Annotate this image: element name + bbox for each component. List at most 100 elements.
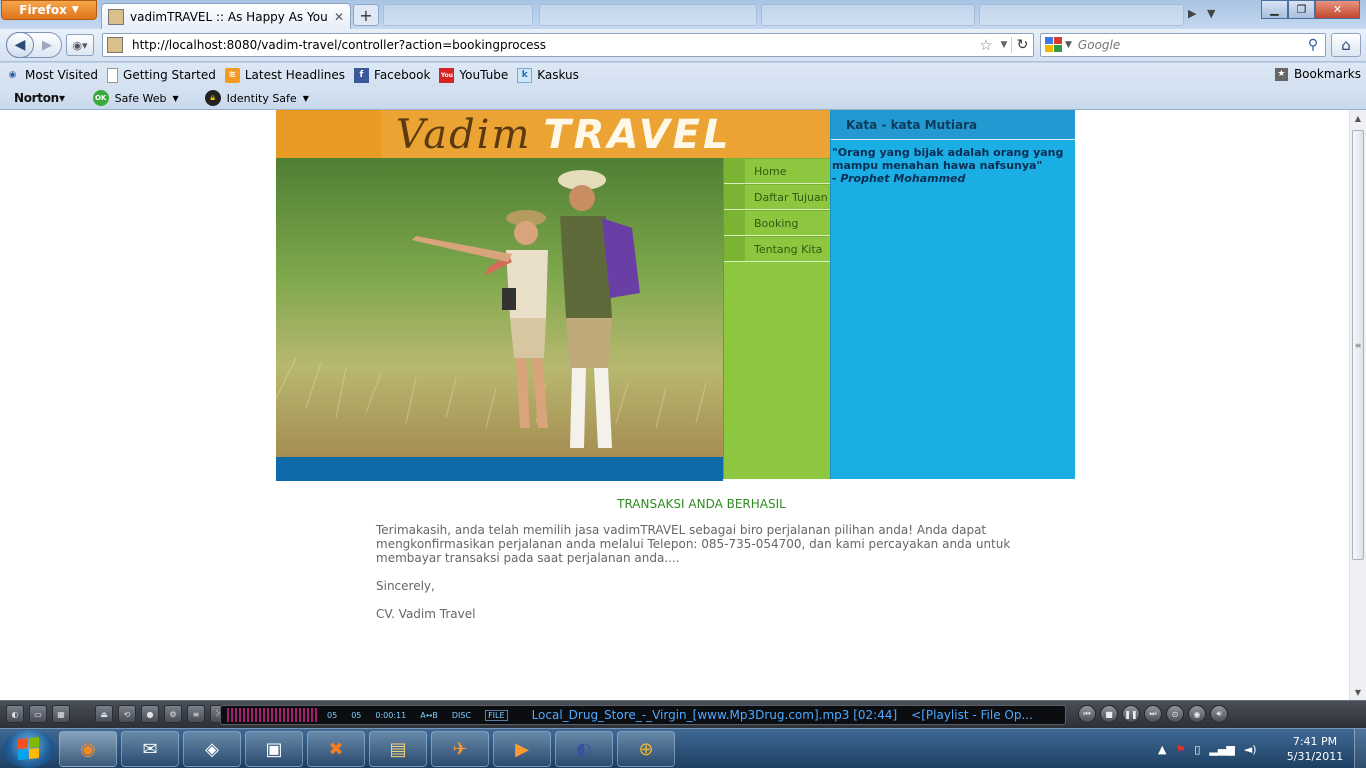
bookmarks-menu[interactable]: ★ Bookmarks xyxy=(1274,67,1361,81)
kaskus-icon: k xyxy=(517,67,533,83)
restore-icon[interactable]: ❐ xyxy=(1288,0,1315,19)
vertical-scrollbar[interactable]: ▲ ≡ ▼ xyxy=(1349,110,1366,700)
bookmark-most-visited[interactable]: ◉ Most Visited xyxy=(5,68,98,83)
home-icon[interactable]: ⌂ xyxy=(1331,33,1361,57)
record-icon[interactable]: ● xyxy=(141,705,159,723)
taskbar-media-player[interactable]: ▶ xyxy=(493,731,551,767)
repeat-icon[interactable]: ⟲ xyxy=(118,705,136,723)
background-tab[interactable] xyxy=(979,4,1184,26)
taskbar-thunderbird[interactable]: ✉ xyxy=(121,731,179,767)
background-tab[interactable] xyxy=(383,4,533,26)
url-bar[interactable]: http://localhost:8080/vadim-travel/contr… xyxy=(102,33,1034,57)
bookmark-latest-headlines[interactable]: ≋ Latest Headlines xyxy=(224,67,346,83)
search-icon[interactable]: ⚲ xyxy=(1301,37,1325,53)
taskbar-explorer[interactable]: ▤ xyxy=(369,731,427,767)
player-logo-icon[interactable]: ◐ xyxy=(6,705,24,723)
disc-label[interactable]: DISC xyxy=(452,711,471,720)
scroll-up-icon[interactable]: ▲ xyxy=(1350,110,1366,126)
taskbar-virtualbox[interactable]: ◈ xyxy=(183,731,241,767)
url-history-dropdown-icon[interactable]: ▼ xyxy=(997,40,1011,50)
scroll-down-icon[interactable]: ▼ xyxy=(1350,684,1366,700)
google-engine-icon[interactable] xyxy=(1045,37,1063,53)
menu-item-booking[interactable]: Booking xyxy=(724,210,830,236)
globe-icon: ⊕ xyxy=(638,738,654,760)
taskbar-firefox[interactable]: ◉ xyxy=(59,731,117,767)
scrollbar-thumb[interactable]: ≡ xyxy=(1352,130,1364,560)
xampp-icon: ✖ xyxy=(328,738,344,760)
eject-icon[interactable]: ⏏ xyxy=(95,705,113,723)
speaker-icon[interactable]: ◄) xyxy=(1244,743,1257,756)
taskbar-control-panel[interactable]: ▣ xyxy=(245,731,303,767)
start-button[interactable] xyxy=(3,730,55,768)
window-icon: ▣ xyxy=(265,738,283,760)
taskbar-clock[interactable]: 7:41 PM 5/31/2011 xyxy=(1280,734,1350,764)
record-circle-icon[interactable]: ◉ xyxy=(1188,705,1206,723)
next-icon[interactable]: ⏭ xyxy=(1144,705,1162,723)
file-label[interactable]: FILE xyxy=(485,709,508,721)
identity-safe-button[interactable]: 🔒︎ Identity Safe ▼ xyxy=(204,90,309,106)
chevron-down-icon[interactable]: ▼ xyxy=(1065,40,1072,50)
taskbar-eclipse[interactable]: ◐ xyxy=(555,731,613,767)
ok-check-icon: OK xyxy=(92,90,109,106)
site-logo[interactable]: Vadim TRAVEL xyxy=(396,112,732,158)
media-player-bar: ◐ ▭ ▦ ⏏ ⟲ ● ⚙ ≡ ⤮ 05 05 0:00:11 A↔B DISC… xyxy=(0,700,1366,728)
bookmark-label: Latest Headlines xyxy=(244,68,346,82)
search-input[interactable] xyxy=(1077,38,1301,52)
close-window-icon[interactable]: ✕ xyxy=(1315,0,1360,19)
player-preset-icon[interactable]: ▦ xyxy=(52,705,70,723)
show-desktop-button[interactable] xyxy=(1354,729,1366,768)
open-icon[interactable]: ⊙ xyxy=(1166,705,1184,723)
settings-icon[interactable]: ⚙ xyxy=(164,705,182,723)
safe-web-label: Safe Web xyxy=(114,91,167,105)
bookmark-kaskus[interactable]: k Kaskus xyxy=(517,67,579,83)
norton-logo[interactable]: Norton▾ xyxy=(14,91,65,105)
safe-web-button[interactable]: OK Safe Web ▼ xyxy=(92,90,179,106)
action-center-icon[interactable]: ⚑ xyxy=(1175,743,1185,756)
menu-item-home[interactable]: Home xyxy=(724,158,830,184)
bookmark-star-icon[interactable]: ☆ xyxy=(975,36,997,54)
confirmation-message: Terimakasih, anda telah memilih jasa vad… xyxy=(376,523,1011,565)
firefox-menu-button[interactable]: Firefox ▼ xyxy=(1,0,97,20)
tab-active[interactable]: vadimTRAVEL :: As Happy As Your Trip ✕ xyxy=(101,3,351,29)
player-display: 05 05 0:00:11 A↔B DISC FILE Local_Drug_S… xyxy=(220,705,1066,725)
search-bar[interactable]: ▼ ⚲ xyxy=(1040,33,1326,57)
menu-item-tentang-kita[interactable]: Tentang Kita xyxy=(724,236,830,262)
firefox-menu-label: Firefox xyxy=(19,3,67,17)
back-arrow-icon[interactable]: ◀ xyxy=(6,32,34,58)
url-text[interactable]: http://localhost:8080/vadim-travel/contr… xyxy=(132,38,975,52)
minimize-icon[interactable]: ▁ xyxy=(1261,0,1288,19)
equalizer-icon[interactable]: ≡ xyxy=(187,705,205,723)
site-menu: Home Daftar Tujuan Booking Tentang Kita xyxy=(723,158,830,479)
background-tab[interactable] xyxy=(539,4,757,26)
previous-icon[interactable]: ⏮ xyxy=(1078,705,1096,723)
reload-icon[interactable]: ↻ xyxy=(1011,37,1033,53)
bookmark-facebook[interactable]: f Facebook xyxy=(354,67,430,83)
taskbar-xampp[interactable]: ✖ xyxy=(307,731,365,767)
menu-item-daftar-tujuan[interactable]: Daftar Tujuan xyxy=(724,184,830,210)
play-icon: ▶ xyxy=(515,738,529,760)
tray-expand-icon[interactable]: ▲ xyxy=(1158,743,1166,756)
taskbar-globe-app[interactable]: ⊕ xyxy=(617,731,675,767)
volume-icon[interactable]: 🔊︎ xyxy=(1210,705,1228,723)
forward-arrow-icon[interactable]: ▶ xyxy=(34,38,60,53)
norton-logo-text: Norton xyxy=(14,91,59,105)
player-mode-icon[interactable]: ▭ xyxy=(29,705,47,723)
ab-repeat-label[interactable]: A↔B xyxy=(420,711,438,720)
bookmark-getting-started[interactable]: Getting Started xyxy=(107,67,216,83)
cube-icon: ◈ xyxy=(205,738,219,760)
identity-icon[interactable]: ◉▾ xyxy=(66,34,94,56)
background-tab[interactable] xyxy=(761,4,975,26)
windows-taskbar: ◉ ✉ ◈ ▣ ✖ ▤ ✈ ▶ ◐ ⊕ ▲ ⚑ ▯ ▂▄▆ ◄) 7:41 PM… xyxy=(0,728,1366,768)
stop-icon[interactable]: ■ xyxy=(1100,705,1118,723)
close-tab-icon[interactable]: ✕ xyxy=(334,10,344,24)
new-tab-button[interactable]: + xyxy=(353,4,379,26)
device-icon[interactable]: ▯ xyxy=(1194,743,1200,756)
bookmark-youtube[interactable]: You YouTube xyxy=(439,67,508,83)
taskbar-app-orange[interactable]: ✈ xyxy=(431,731,489,767)
tab-list-icons[interactable]: ▶ ▼ xyxy=(1188,7,1215,20)
orange-app-icon: ✈ xyxy=(452,738,468,760)
playlist-label[interactable]: <[Playlist - File Op... xyxy=(911,708,1033,722)
network-signal-icon[interactable]: ▂▄▆ xyxy=(1209,743,1234,756)
pause-icon[interactable]: ❚❚ xyxy=(1122,705,1140,723)
track-title: Local_Drug_Store_-_Virgin_[www.Mp3Drug.c… xyxy=(531,708,898,722)
